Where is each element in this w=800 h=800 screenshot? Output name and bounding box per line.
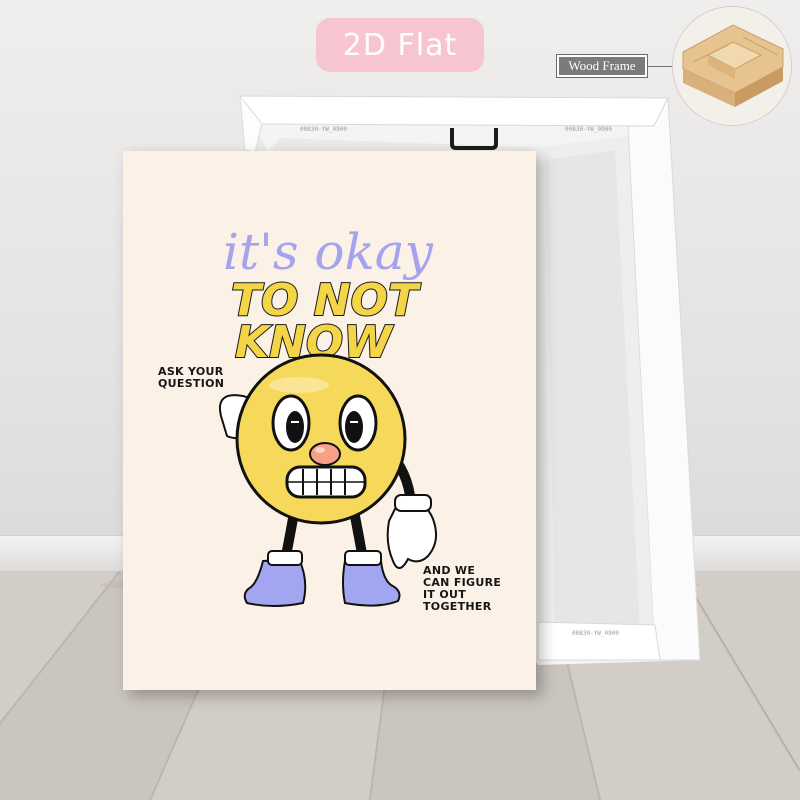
ask-your-question-text: ASK YOUR QUESTION	[158, 365, 225, 390]
script-text: it's okay	[223, 223, 434, 281]
print-code: 00830-YW_0900	[300, 126, 347, 133]
wood-frame-photo-icon	[672, 6, 792, 126]
callout-line	[647, 66, 673, 67]
wood-frame-label: Wood Frame	[556, 54, 648, 78]
canvas-poster: it's okay TO NOT KNOW ASK YOUR QUESTION …	[123, 151, 536, 690]
cartoon-smiley-character-icon	[219, 353, 438, 607]
figure-it-out-text: AND WE CAN FIGURE IT OUT TOGETHER	[423, 564, 502, 613]
style-badge: 2D Flat	[316, 18, 484, 72]
print-code: 00830-YW_0900	[565, 126, 612, 133]
product-scene: 00830-YW_0900 00830-YW_0900 00830-YW_090…	[0, 0, 800, 800]
print-code: 00830-YW_0900	[572, 630, 619, 637]
